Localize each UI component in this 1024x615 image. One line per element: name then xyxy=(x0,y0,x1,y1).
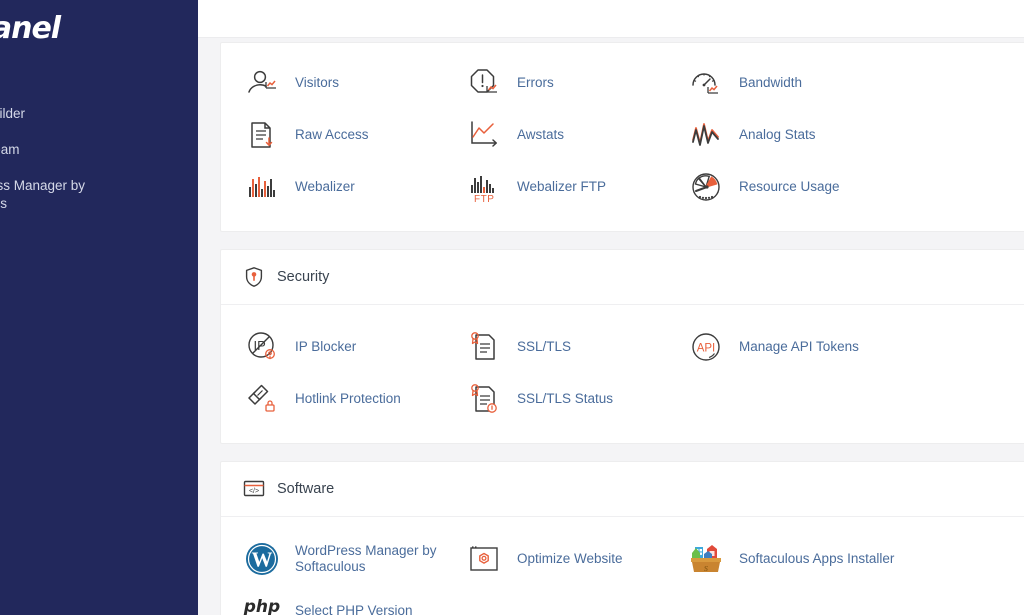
item-webalizer-ftp[interactable]: FTP Webalizer FTP xyxy=(465,161,687,213)
item-label: Visitors xyxy=(295,75,340,90)
item-hotlink-protection[interactable]: Hotlink Protection xyxy=(243,373,465,425)
ssl-tls-status-icon xyxy=(465,380,503,418)
metrics-items: Visitors Raw Access Webalizer Errors Aws… xyxy=(221,43,1024,231)
item-wordpress-manager[interactable]: W WordPress Manager by Softaculous xyxy=(243,533,465,585)
ip-blocker-icon: IP xyxy=(243,328,281,366)
awstats-icon xyxy=(465,116,503,154)
section-title: Security xyxy=(277,269,330,285)
softaculous-icon: s xyxy=(687,540,725,578)
top-bar xyxy=(198,0,1024,38)
software-items: W WordPress Manager by Softaculous php S… xyxy=(221,517,1024,615)
item-label: Bandwidth xyxy=(739,75,803,90)
cpanel-page: cPanel et Builder ge Team dPress Manager… xyxy=(0,0,1024,615)
svg-text:W: W xyxy=(252,548,273,572)
raw-access-icon xyxy=(243,116,281,154)
software-header: </> Software xyxy=(221,462,1024,517)
wordpress-icon: W xyxy=(243,540,281,578)
svg-text:API: API xyxy=(697,343,716,355)
item-optimize-website[interactable]: Optimize Website xyxy=(465,533,687,585)
svg-text:php: php xyxy=(243,597,280,615)
item-label: Webalizer xyxy=(295,179,355,194)
resource-usage-icon xyxy=(687,168,725,206)
svg-text:FTP: FTP xyxy=(474,194,494,204)
security-column-3: API Manage API Tokens xyxy=(687,321,909,425)
item-label: Hotlink Protection xyxy=(295,391,401,406)
ssl-tls-icon xyxy=(465,328,503,366)
scroll-area[interactable]: Visitors Raw Access Webalizer Errors Aws… xyxy=(198,39,1024,615)
software-column-2: Optimize Website xyxy=(465,533,687,615)
webalizer-icon xyxy=(243,168,281,206)
item-label: Webalizer FTP xyxy=(517,179,607,194)
optimize-website-icon xyxy=(465,540,503,578)
item-select-php-version[interactable]: php Select PHP Version xyxy=(243,585,465,615)
item-label: Analog Stats xyxy=(739,127,816,142)
item-visitors[interactable]: Visitors xyxy=(243,57,465,109)
item-label: Softaculous Apps Installer xyxy=(739,551,895,566)
security-items: IP IP Blocker Hotlink Protection SSL/TLS… xyxy=(221,305,1024,443)
sidebar-logo[interactable]: cPanel xyxy=(0,0,198,56)
item-label: Optimize Website xyxy=(517,551,623,566)
section-metrics: Visitors Raw Access Webalizer Errors Aws… xyxy=(220,42,1024,232)
svg-text:</>: </> xyxy=(249,488,259,495)
item-resource-usage[interactable]: Resource Usage xyxy=(687,161,909,213)
item-label: IP Blocker xyxy=(295,339,357,354)
security-column-2: SSL/TLS SSL/TLS Status xyxy=(465,321,687,425)
sidebar-item-manage-team[interactable]: ge Team xyxy=(0,132,198,168)
item-label: Errors xyxy=(517,75,554,90)
section-title: Software xyxy=(277,481,335,497)
item-bandwidth[interactable]: Bandwidth xyxy=(687,57,909,109)
webalizer-ftp-icon: FTP xyxy=(465,168,503,206)
item-label: SSL/TLS Status xyxy=(517,391,614,406)
api-icon: API xyxy=(687,328,725,366)
section-software: </> Software W WordPress Manager by Soft… xyxy=(220,461,1024,615)
bandwidth-icon xyxy=(687,64,725,102)
item-awstats[interactable]: Awstats xyxy=(465,109,687,161)
svg-text:s: s xyxy=(704,562,708,574)
security-header: Security xyxy=(221,250,1024,305)
software-column-1: W WordPress Manager by Softaculous php S… xyxy=(243,533,465,615)
item-errors[interactable]: Errors xyxy=(465,57,687,109)
item-label: Resource Usage xyxy=(739,179,840,194)
code-window-icon: </> xyxy=(243,478,265,500)
item-label: Manage API Tokens xyxy=(739,339,859,354)
analog-stats-icon xyxy=(687,116,725,154)
item-ssl-tls-status[interactable]: SSL/TLS Status xyxy=(465,373,687,425)
sidebar-nav: et Builder ge Team dPress Manager by cul… xyxy=(0,96,198,222)
sidebar-item-sitejet-builder[interactable]: et Builder xyxy=(0,96,198,132)
metrics-column-1: Visitors Raw Access Webalizer xyxy=(243,57,465,213)
item-label: Select PHP Version xyxy=(295,603,413,615)
cpanel-logo-text: cPanel xyxy=(0,10,61,46)
item-label: SSL/TLS xyxy=(517,339,572,354)
item-softaculous-apps-installer[interactable]: s Softaculous Apps Installer xyxy=(687,533,909,585)
item-label: WordPress Manager by Softaculous xyxy=(295,543,437,574)
php-icon: php xyxy=(243,592,281,615)
item-raw-access[interactable]: Raw Access xyxy=(243,109,465,161)
sidebar: cPanel et Builder ge Team dPress Manager… xyxy=(0,0,198,615)
main-content: Visitors Raw Access Webalizer Errors Aws… xyxy=(198,0,1024,615)
svg-text:IP: IP xyxy=(254,338,266,353)
item-ip-blocker[interactable]: IP IP Blocker xyxy=(243,321,465,373)
shield-icon xyxy=(243,266,265,288)
security-column-1: IP IP Blocker Hotlink Protection xyxy=(243,321,465,425)
item-manage-api-tokens[interactable]: API Manage API Tokens xyxy=(687,321,909,373)
item-webalizer[interactable]: Webalizer xyxy=(243,161,465,213)
errors-icon xyxy=(465,64,503,102)
sidebar-item-wordpress-manager[interactable]: dPress Manager by culous xyxy=(0,168,198,222)
hotlink-protection-icon xyxy=(243,380,281,418)
item-ssl-tls[interactable]: SSL/TLS xyxy=(465,321,687,373)
item-label: Raw Access xyxy=(295,127,369,142)
section-security: Security IP IP Blocker Hotlink Protectio… xyxy=(220,249,1024,444)
item-analog-stats[interactable]: Analog Stats xyxy=(687,109,909,161)
metrics-column-3: Bandwidth Analog Stats Resource Usage xyxy=(687,57,909,213)
metrics-column-2: Errors Awstats FTP Webalizer FTP xyxy=(465,57,687,213)
visitors-icon xyxy=(243,64,281,102)
software-column-3: s Softaculous Apps Installer xyxy=(687,533,909,615)
item-label: Awstats xyxy=(517,127,565,142)
